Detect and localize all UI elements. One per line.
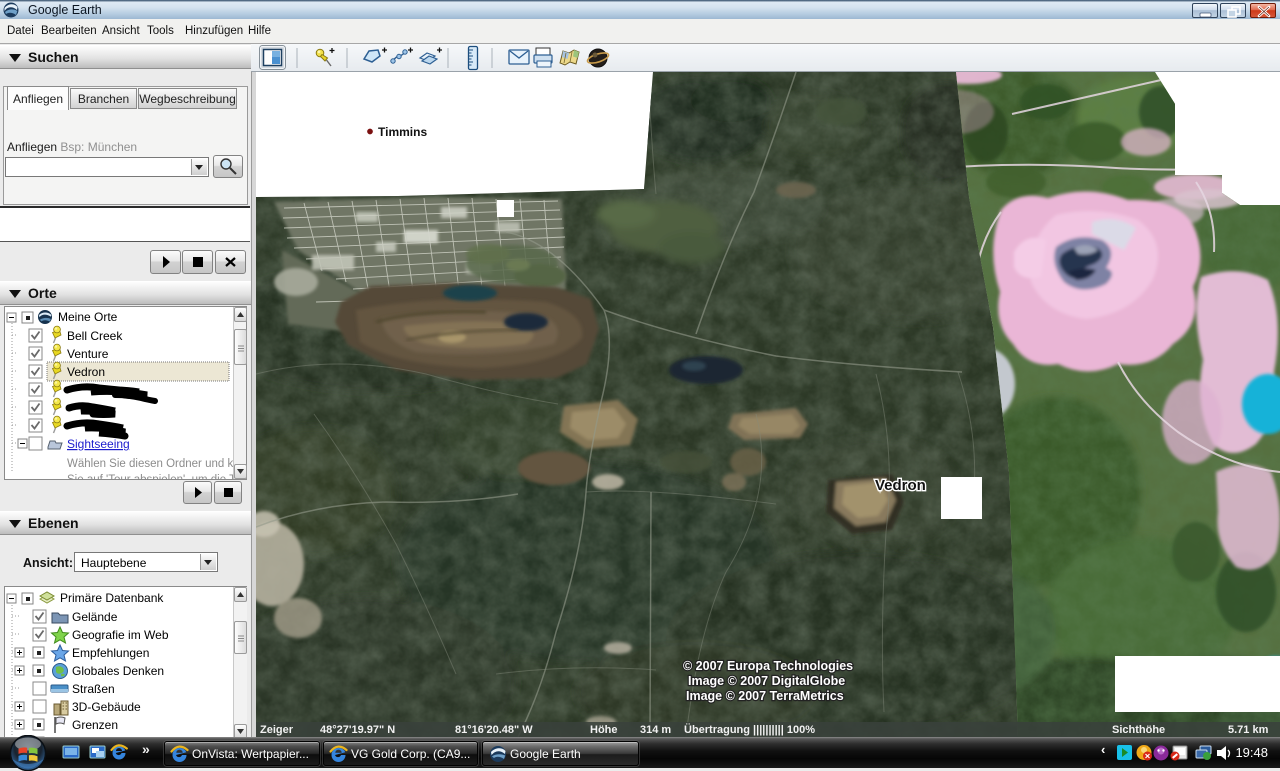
svg-text:Primäre Datenbank: Primäre Datenbank: [60, 591, 164, 605]
svg-text:Globales Denken: Globales Denken: [72, 664, 164, 678]
svg-text:Bell Creek: Bell Creek: [67, 329, 123, 343]
svg-text:Grenzen: Grenzen: [72, 718, 118, 732]
svg-text:Timmins: Timmins: [378, 125, 427, 139]
svg-text:Zeiger: Zeiger: [260, 724, 294, 736]
svg-text:Image © 2007 DigitalGlobe: Image © 2007 DigitalGlobe: [688, 674, 845, 688]
svg-text:Übertragung |||||||||| 100%: Übertragung |||||||||| 100%: [684, 723, 815, 736]
svg-text:Höhe: Höhe: [590, 724, 618, 736]
svg-text:Venture: Venture: [67, 347, 109, 361]
svg-text:Sichthöhe: Sichthöhe: [1112, 724, 1165, 736]
svg-text:5.71 km: 5.71 km: [1228, 724, 1269, 736]
svg-text:Vedron: Vedron: [67, 365, 105, 379]
svg-text:Image © 2007 TerraMetrics: Image © 2007 TerraMetrics: [686, 689, 844, 703]
svg-text:Sightseeing: Sightseeing: [67, 437, 130, 451]
svg-text:Empfehlungen: Empfehlungen: [72, 646, 149, 660]
svg-text:81°16'20.48" W: 81°16'20.48" W: [455, 724, 533, 736]
svg-text:Geografie im Web: Geografie im Web: [72, 628, 169, 642]
svg-text:Vedron: Vedron: [875, 477, 926, 494]
svg-text:Sie auf 'Tour abspielen', um d: Sie auf 'Tour abspielen', um die To: [67, 474, 233, 479]
svg-text:Gelände: Gelände: [72, 610, 118, 624]
svg-text:Straßen: Straßen: [72, 682, 115, 696]
svg-text:© 2007 Europa Technologies: © 2007 Europa Technologies: [683, 659, 853, 673]
svg-text:3D-Gebäude: 3D-Gebäude: [72, 700, 141, 714]
svg-text:314 m: 314 m: [640, 724, 671, 736]
svg-text:48°27'19.97" N: 48°27'19.97" N: [320, 724, 395, 736]
svg-text:Wählen Sie diesen Ordner und k: Wählen Sie diesen Ordner und klic: [67, 458, 233, 470]
svg-text:Meine Orte: Meine Orte: [58, 310, 118, 324]
